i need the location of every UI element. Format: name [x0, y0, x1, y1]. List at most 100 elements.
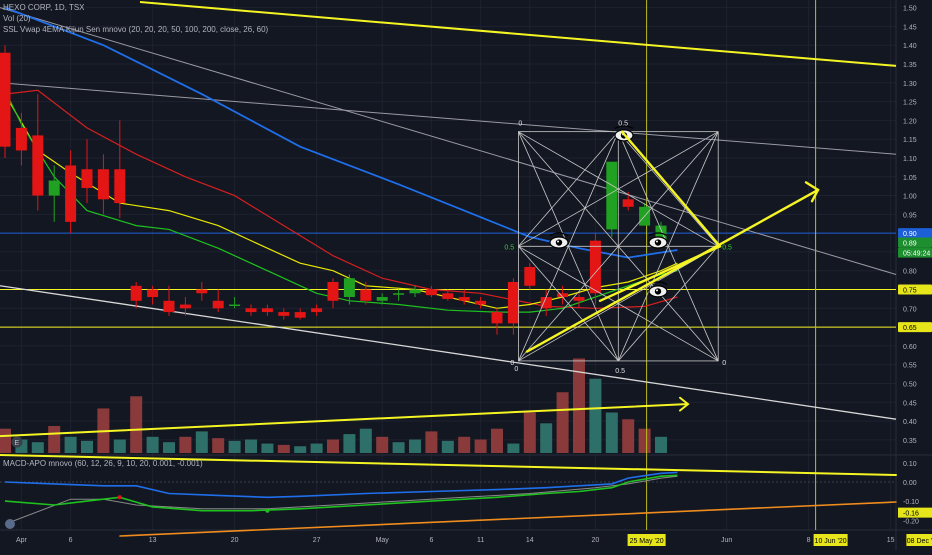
- volume-bar: [392, 442, 405, 453]
- price-tick-label: 1.05: [903, 175, 917, 182]
- trendline-orange-macd: [119, 501, 897, 537]
- volume-bar: [622, 419, 635, 453]
- volume-bar: [179, 436, 192, 453]
- eye-pupil: [654, 288, 662, 295]
- arrow-head-icon: [804, 181, 820, 203]
- time-highlight-label: 25 May '20: [630, 538, 664, 545]
- candle-body: [491, 312, 503, 324]
- indicator-legend[interactable]: SSL Vwap 4EMA Kijun Sen mnovo (20, 20, 2…: [3, 25, 268, 34]
- macd-cross-dot: [265, 508, 270, 513]
- candle-body: [212, 300, 224, 309]
- macd-line-green: [4, 474, 678, 512]
- price-tick-label: 0.40: [903, 419, 917, 426]
- event-icon-letter: E: [15, 440, 20, 447]
- candle-body: [32, 135, 44, 196]
- candle-body: [147, 289, 159, 298]
- volume-bar: [540, 423, 553, 453]
- candle-body: [376, 297, 388, 301]
- volume-bar: [81, 440, 93, 453]
- candle-body: [261, 308, 273, 313]
- time-tick-label: May: [376, 537, 390, 544]
- price-tick-label: 1.15: [903, 137, 917, 144]
- price-tick-label: 0.45: [903, 400, 917, 407]
- macd-legend[interactable]: MACD-APO mnovo (60, 12, 26, 9, 10, 20, 0…: [3, 459, 203, 468]
- volume-bar: [48, 426, 61, 453]
- macd-axis: 0.10 0.00 -0.10 -0.20-0.16: [898, 461, 932, 525]
- volume-bar: [163, 442, 175, 453]
- candle-body: [589, 240, 601, 294]
- macd-tick-label: -0.20: [903, 518, 919, 525]
- candle-body: [327, 281, 339, 301]
- price-tick-label: 0.50: [903, 381, 917, 388]
- candle-body: [81, 169, 93, 189]
- price-tick-label: 0.95: [903, 212, 917, 219]
- candle-body: [97, 169, 109, 200]
- macd-tick-label: 0.10: [903, 461, 917, 468]
- price-tick-label: 1.35: [903, 62, 917, 69]
- candle-body: [343, 278, 355, 298]
- candle-body: [15, 127, 27, 151]
- volume-bar: [507, 443, 520, 453]
- price-tick-label: 1.25: [903, 100, 917, 107]
- time-tick-label: 14: [526, 537, 534, 544]
- candle-body: [360, 289, 372, 301]
- volume-bar: [228, 440, 241, 453]
- volume-bar: [245, 439, 257, 453]
- macd-signal-gray: [4, 475, 678, 525]
- candle-body: [278, 312, 290, 316]
- gann-label: 0: [514, 366, 518, 373]
- candle-body: [573, 297, 585, 301]
- eye-pupil: [654, 239, 662, 246]
- volume-bar: [261, 443, 274, 453]
- time-tick-label: 6: [429, 537, 433, 544]
- price-tick-label: 0.70: [903, 306, 917, 313]
- time-tick-label: 27: [313, 537, 321, 544]
- chart-root[interactable]: 0 0.5 0 0.5 0.5 0 0.5 0 E 1.50 1.45 1.40 1.35 1.30 1.2…: [0, 0, 932, 550]
- candle-body: [245, 308, 257, 313]
- macd-badge-label: -0.16: [903, 511, 919, 518]
- time-tick-label: 6: [69, 537, 73, 544]
- time-tick-label: 11: [477, 537, 484, 544]
- volume-bar: [655, 436, 667, 453]
- macd-tick-label: 0.00: [903, 480, 917, 487]
- candle-body: [294, 312, 306, 318]
- volume-bar: [523, 412, 536, 453]
- candle-body: [409, 289, 421, 294]
- volume-bars: [0, 358, 667, 453]
- volume-bar: [64, 436, 77, 453]
- volume-bar: [310, 443, 323, 453]
- macd-icon-circle: [5, 519, 15, 529]
- time-highlight-label: 08 Dec '21: [907, 538, 932, 545]
- volume-bar: [556, 392, 569, 453]
- volume-bar: [195, 431, 208, 453]
- macd-line-blue: [4, 471, 678, 499]
- volume-bar: [458, 436, 471, 453]
- price-badge-label: 0.75: [903, 288, 917, 295]
- volume-bar: [294, 446, 307, 453]
- time-tick-label: 15: [887, 537, 895, 544]
- eye-glint: [557, 240, 559, 243]
- candle-body: [524, 266, 536, 286]
- ma-green-line: [4, 90, 678, 313]
- volume-legend[interactable]: Vol (20): [3, 14, 31, 23]
- volume-bar: [343, 434, 356, 453]
- candle-body: [48, 180, 60, 196]
- time-tick-label: Apr: [16, 537, 28, 544]
- price-axis: 1.50 1.45 1.40 1.35 1.30 1.25 1.20 1.15 1.10 1.05…: [898, 6, 932, 445]
- candles: [0, 45, 667, 335]
- price-tick-label: 0.80: [903, 269, 917, 276]
- candle-body: [196, 289, 208, 294]
- candle-body: [393, 293, 405, 295]
- volume-bar: [409, 439, 421, 453]
- volume-bar: [113, 439, 126, 453]
- gann-label: 0.5: [615, 368, 625, 375]
- candle-body: [229, 304, 241, 307]
- volume-bar: [425, 431, 438, 453]
- volume-bar: [130, 396, 143, 453]
- price-tick-label: 1.10: [903, 156, 917, 163]
- symbol-title[interactable]: HEXO CORP, 1D, TSX: [3, 3, 85, 12]
- volume-bar: [589, 378, 602, 453]
- time-axis: Apr 6 13 20 27 May 6 11 14 20 Jun 8 15 25 May '20 10 J…: [16, 534, 932, 546]
- volume-bar: [277, 444, 290, 453]
- candle-body: [425, 289, 437, 296]
